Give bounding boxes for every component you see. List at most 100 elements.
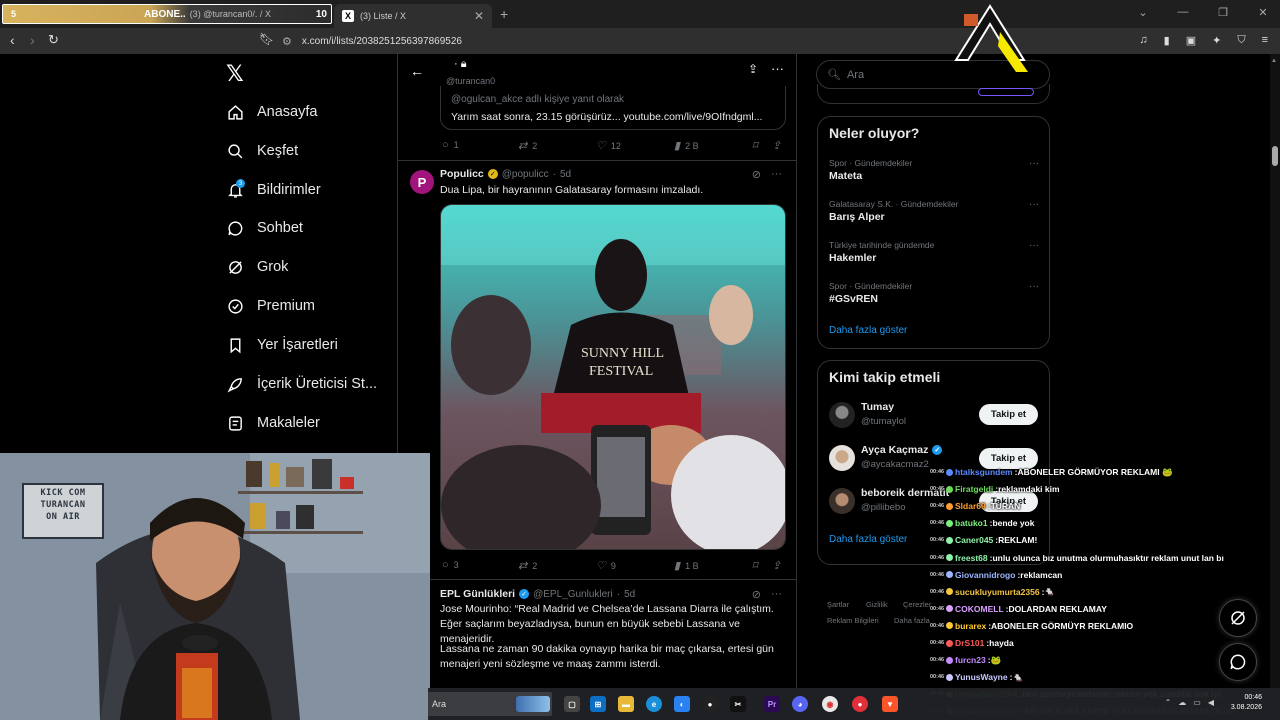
trend-more-icon[interactable]: ···	[1029, 281, 1039, 292]
quoted-tweet[interactable]: @ogulcan_akce adlı kişiye yanıt olarak Y…	[440, 86, 786, 130]
browser-tab-list[interactable]: X (3) Liste / X ✕	[334, 4, 492, 28]
premiere-icon[interactable]: Pr	[764, 696, 780, 712]
sidebar-icon[interactable]: ▮	[1164, 34, 1170, 47]
nav-notifications[interactable]: 3 Bildirimler	[226, 178, 321, 202]
folder-icon[interactable]: ▬	[618, 696, 634, 712]
tweet-time[interactable]: 5d	[560, 169, 571, 180]
forward-icon[interactable]: ›	[30, 32, 35, 48]
network-icon[interactable]: ▭	[1193, 698, 1201, 707]
chat-username[interactable]: htalksgundem	[955, 467, 1013, 477]
bookmark-tweet-button[interactable]: ⌑	[752, 139, 758, 152]
chat-username[interactable]: COKOMELL	[955, 604, 1004, 614]
tab-search-icon[interactable]: ⌄	[1136, 6, 1150, 19]
author-handle[interactable]: @populicc	[502, 169, 549, 180]
reply-button[interactable]: ○ 3	[442, 559, 459, 571]
grok-icon[interactable]: ⊘	[752, 588, 761, 601]
trend-name[interactable]: #GSvREN	[829, 293, 878, 305]
cloud-icon[interactable]: ☁	[1178, 698, 1186, 707]
chrome-icon[interactable]: ◉	[822, 696, 838, 712]
chat-username[interactable]: Caner045	[955, 535, 993, 545]
capcut-icon[interactable]: ✂	[730, 696, 746, 712]
back-icon[interactable]: ‹	[10, 32, 15, 48]
edge-icon[interactable]: e	[646, 696, 662, 712]
scroll-up-icon[interactable]: ▲	[1271, 58, 1277, 64]
user-name[interactable]: Ayça Kaçmaz	[861, 444, 928, 456]
nav-home[interactable]: Anasayfa	[226, 100, 317, 124]
chat-username[interactable]: Sldar69	[955, 501, 986, 511]
follow-button[interactable]: Takip et	[979, 404, 1038, 425]
chat-username[interactable]: batuko1	[955, 518, 988, 528]
avatar[interactable]: P	[410, 170, 434, 194]
recorder-icon[interactable]: ●	[852, 696, 868, 712]
share-tweet-button[interactable]: ⇪	[772, 139, 781, 152]
more-icon[interactable]: ···	[771, 588, 782, 601]
avatar[interactable]	[829, 488, 855, 514]
footer-cookies[interactable]: Çerezler	[903, 600, 931, 609]
author-name[interactable]: EPL Günlükleri	[440, 588, 515, 600]
reply-button[interactable]: ○ 1	[442, 139, 459, 151]
user-name[interactable]: Tumay	[861, 401, 894, 413]
tweet-time[interactable]: 5d	[624, 589, 635, 600]
trend-more-icon[interactable]: ···	[1029, 158, 1039, 169]
more-icon[interactable]: ···	[771, 168, 782, 181]
bookmark-page-icon[interactable]: 🔖︎	[259, 32, 274, 46]
task-view-icon[interactable]: ▢	[564, 696, 580, 712]
avatar[interactable]	[829, 445, 855, 471]
address-bar[interactable]: ⚙ x.com/i/lists/2038251256397869526	[282, 32, 972, 50]
music-icon[interactable]: ♫	[1139, 34, 1147, 47]
author-name[interactable]: Populicc	[440, 168, 484, 180]
widgets-icon[interactable]	[516, 696, 550, 712]
trend-more-icon[interactable]: ···	[1029, 240, 1039, 251]
footer-privacy[interactable]: Gizlilik	[866, 600, 888, 609]
wallet-icon[interactable]: ▣	[1186, 34, 1196, 47]
chat-username[interactable]: sucukluyumurta2356	[955, 587, 1040, 597]
minimize-icon[interactable]: —	[1176, 6, 1190, 19]
browser-tab-stream[interactable]: 5 ABONE.. (3) @turancan0/. / X 10	[2, 4, 332, 24]
avatar[interactable]	[829, 402, 855, 428]
who-to-follow-show-more[interactable]: Daha fazla göster	[829, 534, 907, 545]
chat-username[interactable]: DrS101	[955, 638, 984, 648]
trend-name[interactable]: Hakemler	[829, 252, 876, 264]
tray-expand-icon[interactable]: ⌃	[1165, 698, 1172, 707]
more-icon[interactable]: ···	[771, 61, 784, 76]
store-icon[interactable]: ⊞	[590, 696, 606, 712]
close-window-icon[interactable]: ✕	[1256, 6, 1270, 19]
scrollbar-thumb[interactable]	[1272, 146, 1278, 166]
footer-terms[interactable]: Şartlar	[827, 600, 849, 609]
new-tab-icon[interactable]: +	[500, 6, 508, 22]
retweet-button[interactable]: ⇄ 2	[518, 139, 537, 152]
footer-ads-info[interactable]: Reklam Bilgileri	[827, 616, 879, 625]
chat-username[interactable]: burarex	[955, 621, 986, 631]
nav-explore[interactable]: Keşfet	[226, 139, 298, 163]
grok-icon[interactable]: ⊘	[752, 168, 761, 181]
ai-icon[interactable]: ✦	[1212, 34, 1221, 47]
volume-icon[interactable]: ◀	[1208, 698, 1214, 707]
nav-articles[interactable]: Makaleler	[226, 411, 320, 435]
trend-name[interactable]: Mateta	[829, 170, 862, 182]
chat-username[interactable]: furcn23	[955, 655, 986, 665]
like-button[interactable]: ♡ 12	[596, 139, 621, 152]
share-icon[interactable]: ⇪	[748, 62, 758, 76]
obs-icon[interactable]: ●	[702, 696, 718, 712]
trend-name[interactable]: Barış Alper	[829, 211, 885, 223]
views-button[interactable]: ▮ 1 B	[674, 559, 699, 572]
premium-button[interactable]	[978, 88, 1034, 96]
x-logo-icon[interactable]: 𝕏	[226, 62, 244, 87]
brave-icon[interactable]: ▼	[882, 696, 898, 712]
nav-premium[interactable]: Premium	[226, 294, 315, 318]
chat-username[interactable]: Giovannidrogo	[955, 570, 1015, 580]
author-handle[interactable]: @EPL_Gunlukleri	[533, 589, 613, 600]
nav-grok[interactable]: Grok	[226, 255, 288, 279]
chat-username[interactable]: Firatgeldi	[955, 484, 993, 494]
reload-icon[interactable]: ↻	[48, 32, 59, 48]
bookmark-tweet-button[interactable]: ⌑	[752, 559, 758, 572]
chat-username[interactable]: freest68	[955, 553, 988, 563]
app-icon[interactable]: ◐	[674, 696, 690, 712]
close-tab-icon[interactable]: ✕	[474, 9, 484, 23]
discord-icon[interactable]: ◕	[792, 696, 808, 712]
vpn-icon[interactable]: ⛉	[1237, 34, 1245, 47]
trends-show-more[interactable]: Daha fazla göster	[829, 325, 907, 336]
back-arrow-icon[interactable]: ←	[410, 63, 424, 79]
chat-username[interactable]: YunusWayne	[955, 672, 1008, 682]
site-info-icon[interactable]: ⚙	[282, 35, 292, 48]
